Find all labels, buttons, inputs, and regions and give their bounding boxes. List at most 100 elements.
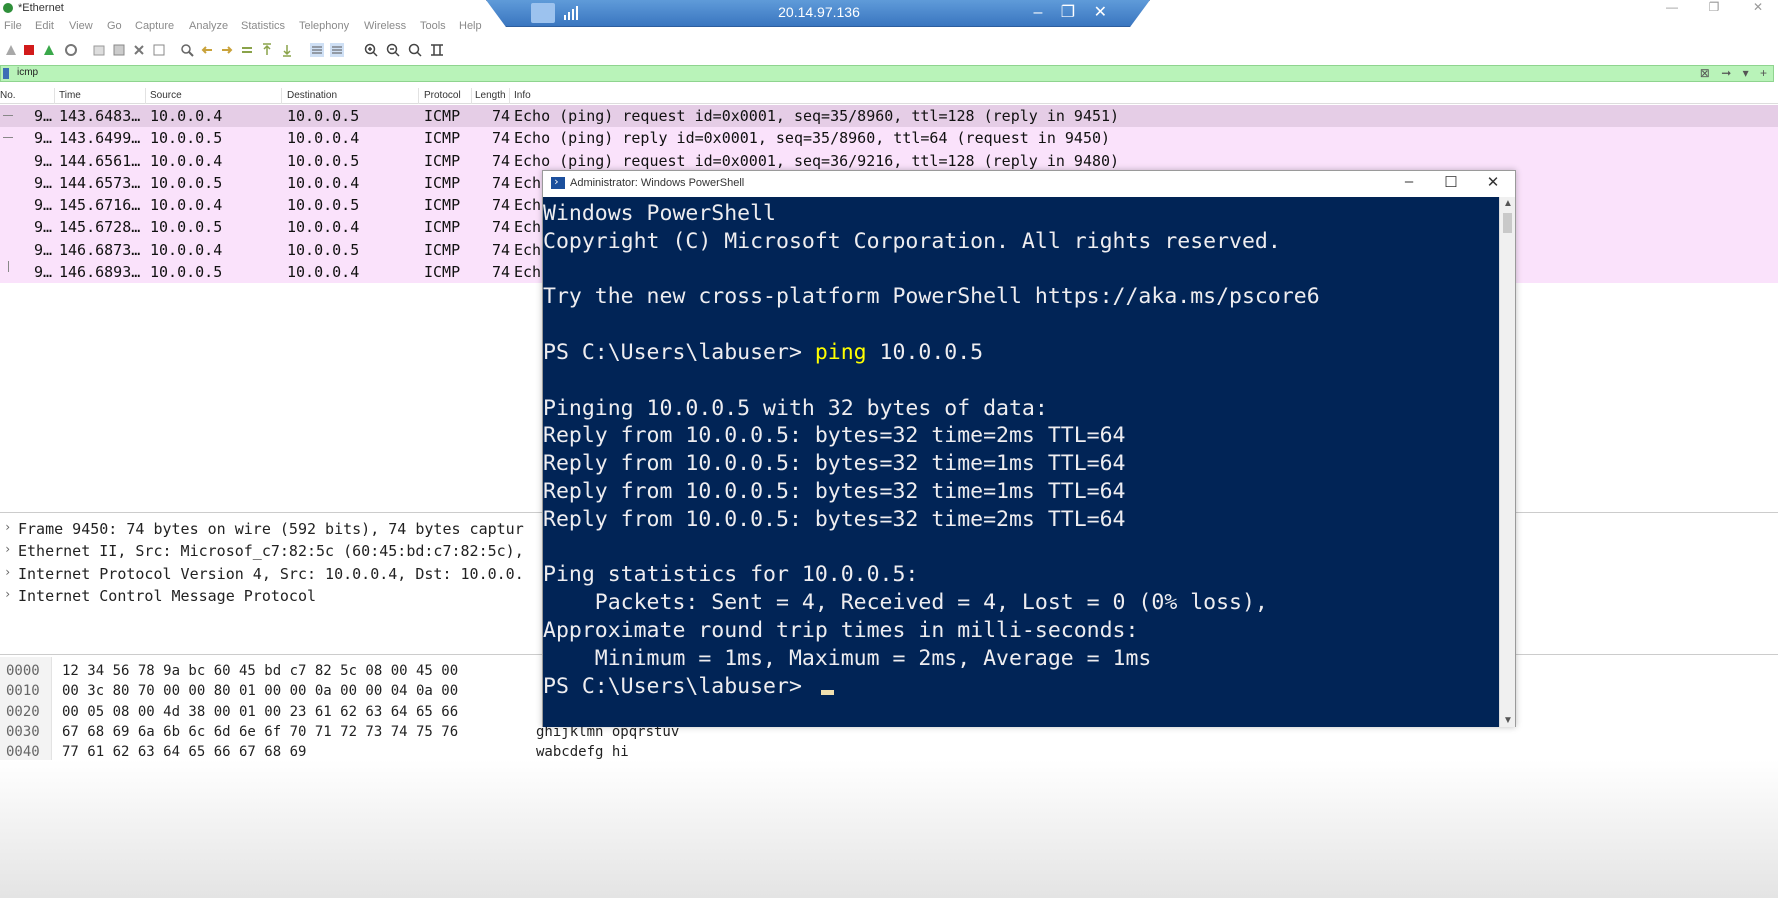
zoom-out-icon[interactable] [386,43,400,57]
console-line: Minimum = 1ms, Maximum = 2ms, Average = … [543,645,1152,671]
expand-arrow-icon[interactable]: › [4,565,11,579]
cell-protocol: ICMP [424,151,461,170]
column-header-time[interactable]: Time [59,90,81,101]
table-row[interactable]: 9… 143.6483… 10.0.0.4 10.0.0.5 ICMP 74 E… [0,105,1778,128]
minimize-icon[interactable]: – [1389,173,1429,190]
cell-length: 74 [492,151,511,170]
go-last-icon[interactable] [280,43,294,57]
scrollbar-thumb[interactable] [1503,213,1512,233]
powershell-console[interactable]: Windows PowerShell Copyright (C) Microso… [543,197,1500,727]
zoom-in-icon[interactable] [364,43,378,57]
colorize-icon[interactable] [330,43,344,57]
powershell-window[interactable]: › Administrator: Windows PowerShell – ☐ … [542,170,1516,727]
cell-time: 143.6483… [59,107,141,125]
close-file-icon[interactable] [132,43,146,57]
go-to-packet-icon[interactable] [240,43,254,57]
capture-options-icon[interactable] [64,43,78,57]
console-line: Approximate round trip times in milli-se… [543,617,1139,643]
menu-edit[interactable]: Edit [35,20,54,32]
console-line: Copyright (C) Microsoft Corporation. All… [543,228,1281,254]
table-row[interactable]: 9… 144.6561… 10.0.0.4 10.0.0.5 ICMP 74 E… [0,149,1778,172]
filter-dropdown-icon[interactable]: ▾ [1743,66,1749,80]
cell-no: 9… [34,240,53,259]
find-packet-icon[interactable] [180,43,194,57]
menu-capture[interactable]: Capture [135,20,174,32]
clear-filter-icon[interactable]: ⊠ [1700,66,1710,80]
menu-view[interactable]: View [69,20,93,32]
menu-wireless[interactable]: Wireless [364,20,406,32]
save-file-icon[interactable] [112,43,126,57]
close-icon[interactable]: ✕ [1473,173,1513,191]
reload-icon[interactable] [152,43,166,57]
add-filter-button-icon[interactable]: + [1760,66,1767,80]
powershell-title: Administrator: Windows PowerShell [570,177,745,189]
scroll-down-icon[interactable]: ▼ [1503,715,1513,726]
restart-capture-icon[interactable] [42,43,56,57]
normal-size-icon[interactable] [408,43,422,57]
main-toolbar [0,41,460,61]
minimize-icon[interactable]: – [1033,4,1042,21]
cell-destination: 10.0.0.4 [287,263,360,282]
console-line: Reply from 10.0.0.5: bytes=32 time=1ms T… [543,451,1126,477]
display-filter-input[interactable] [17,67,1617,78]
close-icon[interactable]: ✕ [1738,0,1778,14]
resize-columns-icon[interactable] [430,43,444,57]
go-forward-icon[interactable] [220,43,234,57]
apply-filter-icon[interactable]: ➞ [1721,66,1731,80]
cell-destination: 10.0.0.4 [287,218,360,237]
menu-help[interactable]: Help [459,20,482,32]
column-header-source[interactable]: Source [150,90,182,101]
cell-length: 74 [492,107,511,125]
close-icon[interactable]: ✕ [1094,4,1107,21]
go-back-icon[interactable] [200,43,214,57]
scroll-up-icon[interactable]: ▲ [1503,198,1513,209]
restore-icon[interactable]: ❐ [1061,4,1075,21]
console-prompt-line[interactable]: PS C:\Users\labuser> [543,673,1500,701]
restore-icon[interactable]: ❐ [1694,0,1734,14]
prompt: PS C:\Users\labuser> [543,673,815,699]
cell-destination: 10.0.0.4 [287,129,360,148]
menu-telephony[interactable]: Telephony [299,20,349,32]
console-line: Ping statistics for 10.0.0.5: [543,562,919,588]
table-row[interactable]: 9… 143.6499… 10.0.0.5 10.0.0.4 ICMP 74 E… [0,127,1778,150]
column-header-no[interactable]: No. [0,90,16,101]
filter-bookmark-icon[interactable] [3,68,9,79]
go-first-icon[interactable] [260,43,274,57]
shark-fin-start-icon[interactable] [4,43,18,57]
expand-arrow-icon[interactable]: › [4,542,11,556]
cell-info: Echo (ping) request id=0x0001, seq=35/89… [514,107,1120,125]
cell-protocol: ICMP [424,218,461,237]
menu-tools[interactable]: Tools [420,20,446,32]
console-scrollbar[interactable]: ▲ ▼ [1499,197,1515,727]
cell-destination: 10.0.0.5 [287,151,360,170]
menu-file[interactable]: File [4,20,22,32]
menu-statistics[interactable]: Statistics [241,20,285,32]
cell-protocol: ICMP [424,263,461,282]
cell-protocol: ICMP [424,196,461,215]
powershell-titlebar[interactable]: › Administrator: Windows PowerShell – ☐ … [543,171,1515,197]
packet-list-header: No. Time Source Destination Protocol Len… [0,88,1778,104]
cell-time: 144.6561… [59,151,141,170]
open-file-icon[interactable] [92,43,106,57]
menu-analyze[interactable]: Analyze [189,20,228,32]
cell-no: 9… [34,196,53,215]
minimize-icon[interactable]: — [1652,0,1692,14]
column-header-length[interactable]: Length [475,90,506,101]
column-header-protocol[interactable]: Protocol [424,90,461,101]
cell-source: 10.0.0.5 [150,173,223,192]
expand-arrow-icon[interactable]: › [4,587,11,601]
column-header-destination[interactable]: Destination [287,90,337,101]
menu-go[interactable]: Go [107,20,122,32]
autoscroll-icon[interactable] [310,43,324,57]
expand-arrow-icon[interactable]: › [4,520,11,534]
cell-source: 10.0.0.5 [150,263,223,282]
maximize-icon[interactable]: ☐ [1431,173,1471,191]
column-header-info[interactable]: Info [514,90,531,101]
display-filter-bar: ⊠ ➞ ▾ + [0,65,1774,82]
remote-window-controls: – ❐ ✕ [1019,2,1107,22]
window-title: *Ethernet [18,2,64,14]
stop-capture-icon[interactable] [22,43,36,57]
